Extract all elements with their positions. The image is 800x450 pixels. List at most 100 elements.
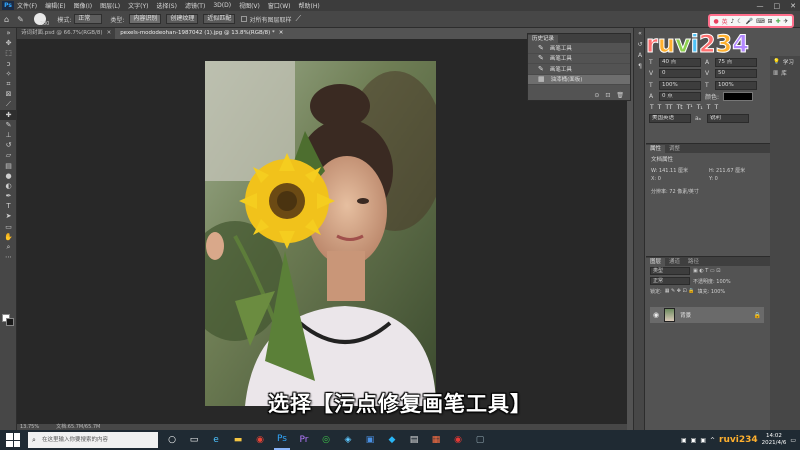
underline-icon[interactable]: T <box>707 104 711 111</box>
premiere-icon[interactable]: Pr <box>296 430 312 450</box>
menu-help[interactable]: 帮助(H) <box>299 1 320 10</box>
close-icon[interactable]: ✕ <box>107 30 112 36</box>
faux-italic-icon[interactable]: T <box>658 104 662 111</box>
history-item[interactable]: ✎ 画笔工具 <box>528 43 630 54</box>
menu-3d[interactable]: 3D(D) <box>213 2 231 9</box>
tracking-field[interactable]: 50 <box>715 69 757 78</box>
sample-all-layers-checkbox[interactable]: 对所有图层取样 <box>241 15 291 24</box>
clone-stamp-tool-icon[interactable]: ⊥ <box>0 130 17 140</box>
layer-row-background[interactable]: ◉ 背景 🔒 <box>650 307 764 323</box>
history-brush-tool-icon[interactable]: ↺ <box>0 140 17 150</box>
tab-adjustments[interactable]: 调整 <box>665 145 684 153</box>
leading-field[interactable]: 75 点 <box>715 57 757 67</box>
photoshop-taskbar-icon[interactable]: Ps <box>274 430 290 450</box>
blend-mode-select[interactable]: 正常 <box>650 277 690 285</box>
move-tool-icon[interactable]: ✥ <box>0 38 17 48</box>
type-tool-icon[interactable]: T <box>0 201 17 211</box>
proximity-match-button[interactable]: 近似匹配 <box>203 14 236 24</box>
tab-properties[interactable]: 属性 <box>646 145 666 153</box>
edge-browser-icon[interactable]: e <box>208 430 224 450</box>
taskbar-search-box[interactable]: ⌕ 在这里输入你要搜索的内容 <box>28 432 158 448</box>
menu-file[interactable]: 文件(F) <box>17 1 37 10</box>
eyedropper-tool-icon[interactable]: ⟋ <box>0 99 17 109</box>
ime-keyboard-icon[interactable]: ⌨ <box>756 18 765 25</box>
horizontal-scale-field[interactable]: 100% <box>715 80 757 90</box>
strikethrough-icon[interactable]: T <box>714 104 718 111</box>
menu-type[interactable]: 文字(Y) <box>128 1 148 10</box>
app-icon-5[interactable]: ▦ <box>428 430 444 450</box>
ime-mic-icon[interactable]: 🎤 <box>746 18 753 25</box>
task-view-icon[interactable]: ▭ <box>186 430 202 450</box>
faux-bold-icon[interactable]: T <box>650 104 654 111</box>
filter-icons[interactable]: ▣ ◐ T ▭ ⊡ <box>693 268 720 274</box>
tab-layers[interactable]: 图层 <box>646 258 666 266</box>
ime-lang-icon[interactable]: 英 <box>722 17 728 26</box>
tab-paths[interactable]: 路径 <box>684 258 703 266</box>
path-select-tool-icon[interactable]: ➤ <box>0 211 17 221</box>
cortana-icon[interactable]: ○ <box>164 430 180 450</box>
character-panel-icon[interactable]: A <box>634 50 646 61</box>
height-value[interactable]: H: 211.67 厘米 <box>709 167 765 174</box>
learn-panel-button[interactable]: 💡 学习 <box>770 56 800 67</box>
menu-view[interactable]: 视图(V) <box>239 1 260 10</box>
new-document-icon[interactable]: ⊡ <box>605 92 610 99</box>
y-value[interactable]: Y: 0 <box>709 176 765 182</box>
record-icon[interactable]: ◉ <box>450 430 466 450</box>
menu-edit[interactable]: 编辑(E) <box>45 1 65 10</box>
app-icon-3[interactable]: ◆ <box>384 430 400 450</box>
opacity-field[interactable]: 不透明度: 100% <box>693 278 731 285</box>
file-explorer-icon[interactable]: ▬ <box>230 430 246 450</box>
history-item[interactable]: ✎ 画笔工具 <box>528 54 630 64</box>
close-icon[interactable]: ✕ <box>279 30 284 36</box>
app-icon-2[interactable]: ▣ <box>362 430 378 450</box>
chrome-icon[interactable]: ◉ <box>252 430 268 450</box>
ime-music-icon[interactable]: ♪ <box>731 18 735 25</box>
anti-alias-select[interactable]: 锐利 <box>707 114 749 123</box>
quick-select-tool-icon[interactable]: ✧ <box>0 69 17 79</box>
library-panel-button[interactable]: ▥ 库 <box>770 67 800 78</box>
all-caps-icon[interactable]: TT <box>665 104 672 111</box>
content-aware-button[interactable]: 内容识别 <box>129 14 162 24</box>
doc-tab-psd[interactable]: 诗词封面.psd @ 66.7%(RGB/8) ✕ <box>17 28 116 39</box>
lock-icon[interactable]: 🔒 <box>754 312 761 319</box>
tray-chevron-icon[interactable]: ^ <box>710 437 715 444</box>
pressure-size-icon[interactable]: ⟋ <box>295 14 301 24</box>
superscript-icon[interactable]: T¹ <box>687 104 693 111</box>
tray-app-icon-2[interactable]: ▣ <box>691 437 697 444</box>
maximize-button[interactable]: □ <box>774 2 781 10</box>
text-color-swatch[interactable] <box>723 92 753 101</box>
fill-field[interactable]: 填充: 100% <box>698 288 726 295</box>
ime-moon-icon[interactable]: ☾ <box>737 18 742 25</box>
wechat-icon[interactable]: ◎ <box>318 430 334 450</box>
history-item[interactable]: ✎ 画笔工具 <box>528 64 630 75</box>
language-select[interactable]: 美国英语 <box>649 114 691 123</box>
history-panel-icon[interactable]: ↺ <box>634 39 646 50</box>
spot-healing-tool-icon[interactable]: ✚ <box>0 109 17 120</box>
tray-app-icon-3[interactable]: ▣ <box>700 437 706 444</box>
expand-panels-icon[interactable]: « <box>634 28 646 39</box>
x-value[interactable]: X: 0 <box>651 176 707 182</box>
menu-filter[interactable]: 滤镜(T) <box>185 1 205 10</box>
hand-tool-icon[interactable]: ✋ <box>0 232 17 242</box>
menu-select[interactable]: 选择(S) <box>156 1 177 10</box>
snapshot-icon[interactable]: ⊙ <box>594 92 599 99</box>
layer-kind-filter[interactable]: 类型 <box>650 267 690 275</box>
tab-history[interactable]: 历史记录 <box>528 35 559 43</box>
menu-image[interactable]: 图像(I) <box>74 1 92 10</box>
app-icon-6[interactable]: ▢ <box>472 430 488 450</box>
crop-tool-icon[interactable]: ⌗ <box>0 79 17 89</box>
gradient-tool-icon[interactable]: ▤ <box>0 160 17 170</box>
minimize-button[interactable]: — <box>757 2 764 10</box>
vertical-scale-field[interactable]: 100% <box>659 80 701 90</box>
frame-tool-icon[interactable]: ⊠ <box>0 89 17 99</box>
lock-icons[interactable]: ▦ ✎ ✥ ⊡ 🔒 <box>665 288 695 294</box>
close-button[interactable]: ✕ <box>790 2 796 10</box>
ime-grid-icon[interactable]: ⊞ <box>768 18 773 25</box>
document-image[interactable] <box>205 61 436 406</box>
menu-window[interactable]: 窗口(W) <box>268 1 291 10</box>
background-color-swatch[interactable] <box>6 318 14 326</box>
windows-start-icon[interactable] <box>6 433 20 447</box>
eraser-tool-icon[interactable]: ▱ <box>0 150 17 160</box>
tab-channels[interactable]: 通道 <box>665 258 684 266</box>
eye-icon[interactable]: ◉ <box>653 311 659 319</box>
